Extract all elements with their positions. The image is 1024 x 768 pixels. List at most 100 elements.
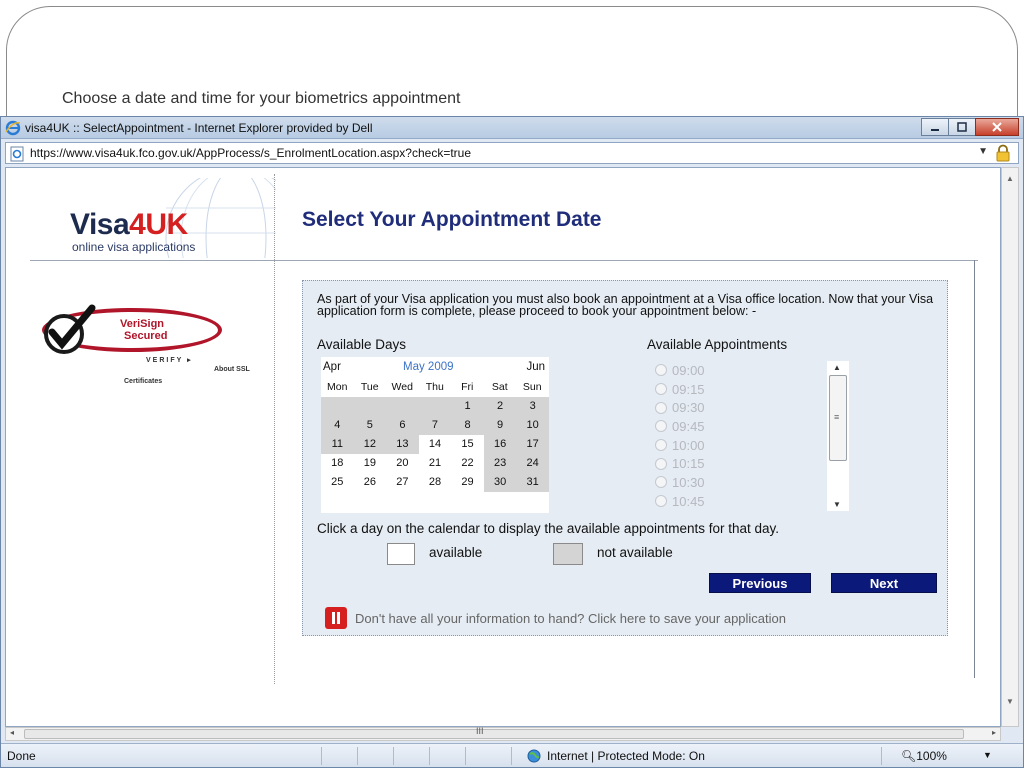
calendar-day[interactable]: 19 — [353, 454, 387, 473]
calendar-day[interactable]: 17 — [516, 435, 549, 454]
previous-button[interactable]: Previous — [709, 573, 811, 593]
radio-icon[interactable] — [655, 495, 667, 508]
close-button[interactable] — [975, 118, 1019, 136]
lock-icon[interactable] — [994, 144, 1012, 162]
appointment-slot-label: 09:30 — [672, 400, 705, 416]
appointment-panel: As part of your Visa application you mus… — [302, 280, 948, 636]
calendar-day[interactable]: 18 — [321, 454, 354, 473]
calendar-hint: Click a day on the calendar to display t… — [317, 521, 780, 536]
save-application-text[interactable]: Don't have all your information to hand?… — [355, 611, 786, 626]
url-text[interactable]: https://www.visa4uk.fco.gov.uk/AppProces… — [30, 146, 471, 160]
verisign-seal[interactable]: VeriSign Secured VERIFY ▸ — [36, 298, 236, 378]
save-application-link[interactable]: Don't have all your information to hand?… — [325, 607, 786, 629]
checkmark-icon — [44, 304, 96, 354]
radio-icon[interactable] — [655, 476, 667, 489]
calendar-day[interactable]: 13 — [386, 435, 419, 454]
visa4uk-logo[interactable]: Visa4UK online visa applications — [26, 178, 276, 258]
maximize-icon — [957, 122, 967, 132]
calendar-day[interactable]: 7 — [418, 416, 452, 435]
radio-icon[interactable] — [655, 364, 667, 377]
scroll-thumb[interactable]: ≡ — [829, 375, 847, 461]
calendar-header: Apr May 2009 Jun — [321, 357, 549, 377]
calendar-day[interactable]: 2 — [483, 397, 517, 416]
calendar-day[interactable]: 8 — [451, 416, 484, 435]
horizontal-scroll-thumb[interactable] — [24, 729, 964, 739]
calendar-day[interactable]: 10 — [516, 416, 549, 435]
calendar-day[interactable]: 26 — [353, 473, 387, 492]
status-bar: Done Internet | Protected Mode: On 🔍︎100… — [1, 743, 1023, 767]
slot-list-scrollbar[interactable]: ▲ ≡ ▼ — [827, 361, 849, 511]
status-separator — [357, 747, 358, 765]
appointment-slot[interactable]: 09:30 — [655, 398, 815, 417]
zoom-dropdown-icon[interactable]: ▼ — [983, 750, 992, 760]
scroll-down-icon[interactable]: ▼ — [833, 500, 841, 509]
appointment-slot[interactable]: 09:15 — [655, 380, 815, 399]
zoom-level[interactable]: 🔍︎100% — [901, 749, 947, 763]
scroll-right-icon[interactable]: ▸ — [992, 728, 996, 737]
calendar-day[interactable]: 28 — [418, 473, 452, 492]
scroll-up-icon[interactable]: ▲ — [833, 363, 841, 372]
calendar-day[interactable]: 5 — [353, 416, 387, 435]
maximize-button[interactable] — [948, 118, 976, 136]
appointment-slot[interactable]: 10:00 — [655, 436, 815, 455]
calendar-day[interactable]: 6 — [386, 416, 419, 435]
calendar-day[interactable]: 9 — [483, 416, 517, 435]
calendar-day[interactable]: 20 — [386, 454, 419, 473]
calendar-day[interactable]: 12 — [353, 435, 387, 454]
calendar-day[interactable]: 22 — [451, 454, 484, 473]
window-controls — [921, 118, 1019, 136]
available-days-label: Available Days — [317, 337, 407, 352]
calendar-prev-month-link[interactable]: Apr — [323, 361, 341, 373]
calendar-day[interactable]: 24 — [516, 454, 549, 473]
appointment-slot[interactable]: 10:15 — [655, 454, 815, 473]
calendar-day[interactable]: 27 — [386, 473, 419, 492]
calendar-weekday: Sun — [522, 381, 542, 393]
title-bar[interactable]: visa4UK :: SelectAppointment - Internet … — [1, 117, 1023, 139]
calendar-day[interactable]: 30 — [483, 473, 517, 492]
appointment-slot[interactable]: 09:45 — [655, 417, 815, 436]
address-dropdown-icon[interactable]: ▼ — [978, 146, 988, 157]
calendar-next-month-link[interactable]: Jun — [526, 361, 545, 373]
appointment-slot-label: 10:30 — [672, 474, 705, 490]
page-vertical-scrollbar[interactable]: ▲ ▼ — [1001, 167, 1019, 727]
window-title: visa4UK :: SelectAppointment - Internet … — [25, 121, 373, 135]
page-horizontal-scrollbar[interactable]: ◂ III ▸ — [5, 726, 1001, 741]
scroll-up-icon[interactable]: ▲ — [1006, 174, 1014, 183]
legend-available-swatch — [387, 543, 415, 565]
appointment-slot[interactable]: 10:45 — [655, 492, 815, 511]
minimize-button[interactable] — [921, 118, 949, 136]
appointment-slot[interactable]: 10:30 — [655, 473, 815, 492]
radio-icon[interactable] — [655, 383, 667, 396]
calendar-day[interactable]: 3 — [516, 397, 549, 416]
calendar-day[interactable]: 1 — [451, 397, 484, 416]
left-divider — [274, 174, 275, 684]
calendar-day[interactable]: 31 — [516, 473, 549, 492]
security-zone-text: Internet | Protected Mode: On — [547, 749, 705, 763]
status-text: Done — [7, 749, 36, 763]
radio-icon[interactable] — [655, 401, 667, 414]
radio-icon[interactable] — [655, 420, 667, 433]
about-ssl-link[interactable]: About SSL — [214, 366, 250, 373]
address-bar[interactable]: https://www.visa4uk.fco.gov.uk/AppProces… — [5, 142, 1019, 164]
status-separator — [429, 747, 430, 765]
appointment-slot-label: 09:15 — [672, 381, 705, 397]
next-button[interactable]: Next — [831, 573, 937, 593]
calendar-day[interactable]: 16 — [483, 435, 517, 454]
calendar-day[interactable]: 23 — [483, 454, 517, 473]
calendar-day[interactable]: 4 — [321, 416, 354, 435]
calendar-day[interactable]: 21 — [418, 454, 452, 473]
calendar-empty-cell — [386, 397, 419, 416]
radio-icon[interactable] — [655, 439, 667, 452]
certificates-link[interactable]: Certificates — [124, 378, 162, 385]
appointment-slot[interactable]: 09:00 — [655, 361, 815, 380]
security-zone[interactable]: Internet | Protected Mode: On — [527, 749, 705, 763]
scroll-down-icon[interactable]: ▼ — [1006, 697, 1014, 706]
radio-icon[interactable] — [655, 457, 667, 470]
scroll-left-icon[interactable]: ◂ — [10, 728, 14, 737]
available-appointments-label: Available Appointments — [647, 337, 788, 352]
calendar-day[interactable]: 29 — [451, 473, 484, 492]
calendar-day[interactable]: 15 — [451, 435, 484, 454]
calendar-day[interactable]: 25 — [321, 473, 354, 492]
calendar-day[interactable]: 11 — [321, 435, 354, 454]
calendar-day[interactable]: 14 — [418, 435, 452, 454]
